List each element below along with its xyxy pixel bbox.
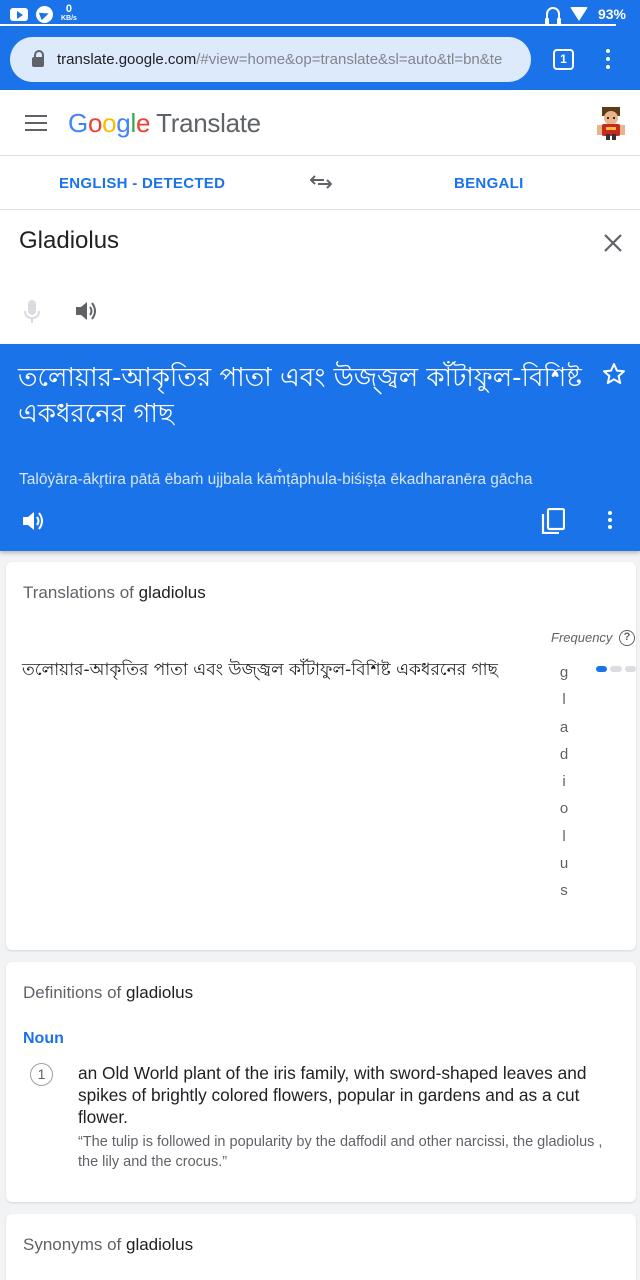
translation-entry[interactable]: তলোয়ার-আকৃতির পাতা এবং উজ্জ্বল কাঁটাফুল…	[22, 657, 542, 685]
translation-result: তলোয়ার-আকৃতির পাতা এবং উজ্জ্বল কাঁটাফুল…	[0, 344, 640, 551]
youtube-notification-icon	[10, 7, 28, 21]
wifi-icon	[569, 7, 588, 21]
help-icon[interactable]: ?	[619, 630, 635, 646]
part-of-speech-label: Noun	[23, 1030, 64, 1047]
frequency-segment	[624, 666, 636, 672]
address-bar[interactable]: translate.google.com/#view=home&op=trans…	[10, 37, 531, 82]
source-input-area[interactable]: Gladiolus	[0, 210, 640, 344]
translated-text[interactable]: তলোয়ার-আকৃতির পাতা এবং উজ্জ্বল কাঁটাফুল…	[18, 360, 588, 432]
definitions-card-title: Definitions of gladiolus	[23, 983, 194, 1002]
url-text[interactable]: translate.google.com/#view=home&op=trans…	[57, 51, 502, 68]
source-text-input[interactable]: Gladiolus	[19, 227, 119, 255]
definitions-card: Definitions of gladiolus Noun 1 an Old W…	[6, 962, 636, 1202]
close-icon[interactable]	[602, 232, 624, 254]
synonyms-card: Synonyms of gladiolus	[6, 1214, 636, 1280]
speaker-icon[interactable]	[75, 300, 99, 322]
dot-icon	[606, 49, 610, 53]
source-language-button[interactable]: ENGLISH - DETECTED	[59, 175, 225, 192]
frequency-segment	[596, 666, 608, 672]
headphones-icon	[544, 6, 561, 25]
swap-languages-icon[interactable]	[310, 173, 332, 191]
url-host: translate.google.com	[57, 51, 197, 68]
telegram-notification-icon	[36, 5, 53, 23]
app-header: Google Translate	[0, 90, 640, 156]
page-load-progress	[0, 24, 616, 26]
reverse-translation-word[interactable]: g l a d i o l u s	[558, 659, 570, 905]
network-speed: 0 KB/s	[61, 4, 77, 24]
transliteration: Talōẏāra-ākr̥tira pātā ēbaṁ ujjbala kām̐…	[19, 471, 533, 488]
dot-icon	[606, 57, 610, 61]
hamburger-menu-icon[interactable]	[25, 115, 47, 131]
network-speed-unit: KB/s	[61, 15, 77, 22]
product-name: Translate	[156, 108, 261, 138]
microphone-icon[interactable]	[24, 300, 40, 324]
browser-menu-button[interactable]	[604, 49, 612, 71]
star-icon[interactable]	[602, 362, 626, 386]
status-bar: 0 KB/s 93%	[0, 0, 640, 30]
frequency-label: Frequency	[551, 630, 613, 645]
tab-switcher-button[interactable]: 1	[553, 49, 574, 70]
more-options-icon[interactable]	[608, 511, 614, 533]
lock-icon	[32, 49, 44, 67]
google-translate-logo[interactable]: Google Translate	[68, 108, 261, 139]
translations-card: Translations of gladiolus Frequency ? তল…	[6, 562, 636, 950]
url-path: /#view=home&op=translate&sl=auto&tl=bn&t…	[196, 51, 503, 68]
frequency-segment	[610, 666, 622, 672]
dot-icon	[606, 65, 610, 69]
speaker-icon[interactable]	[22, 510, 46, 532]
browser-toolbar: translate.google.com/#view=home&op=trans…	[0, 30, 640, 90]
copy-icon[interactable]	[541, 508, 565, 534]
language-bar: ENGLISH - DETECTED BENGALI	[0, 156, 640, 210]
definition-example: “The tulip is followed in popularity by …	[78, 1134, 603, 1170]
definition-number: 1	[30, 1063, 53, 1086]
translations-card-title: Translations of gladiolus	[23, 583, 206, 602]
synonyms-card-title: Synonyms of gladiolus	[23, 1235, 194, 1254]
avatar[interactable]	[596, 106, 626, 140]
frequency-bar	[596, 666, 636, 672]
target-language-button[interactable]: BENGALI	[454, 175, 524, 192]
definition-text: an Old World plant of the iris family, w…	[78, 1063, 587, 1127]
battery-level: 93%	[597, 6, 626, 22]
